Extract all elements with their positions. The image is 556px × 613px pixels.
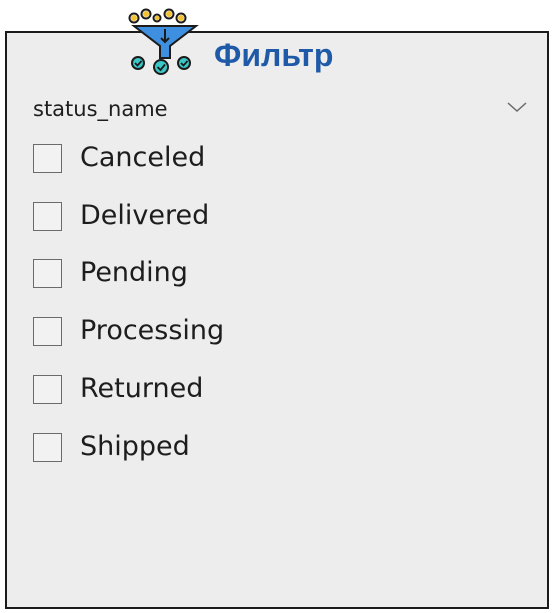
field-name-label: status_name xyxy=(33,97,168,121)
option-pending[interactable]: Pending xyxy=(33,253,333,293)
option-delivered[interactable]: Delivered xyxy=(33,196,333,236)
filter-funnel-icon xyxy=(126,6,204,76)
option-canceled[interactable]: Canceled xyxy=(33,138,333,178)
chevron-down-icon[interactable] xyxy=(506,96,528,118)
checkbox-icon[interactable] xyxy=(33,374,62,404)
slicer-title: Фильтр xyxy=(214,37,334,73)
option-shipped[interactable]: Shipped xyxy=(33,427,333,467)
checkbox-icon[interactable] xyxy=(33,143,62,173)
checkbox-icon[interactable] xyxy=(33,316,62,346)
option-label: Returned xyxy=(80,373,204,404)
option-label: Processing xyxy=(80,315,225,346)
checkbox-icon[interactable] xyxy=(33,432,62,462)
slicer-field-header: status_name xyxy=(33,93,528,125)
option-label: Canceled xyxy=(80,142,206,173)
checkbox-icon[interactable] xyxy=(33,201,62,231)
option-label: Pending xyxy=(80,257,188,288)
checkbox-icon[interactable] xyxy=(33,258,62,288)
option-returned[interactable]: Returned xyxy=(33,369,333,409)
option-processing[interactable]: Processing xyxy=(33,311,333,351)
option-label: Delivered xyxy=(80,200,210,231)
option-label: Shipped xyxy=(80,431,190,462)
